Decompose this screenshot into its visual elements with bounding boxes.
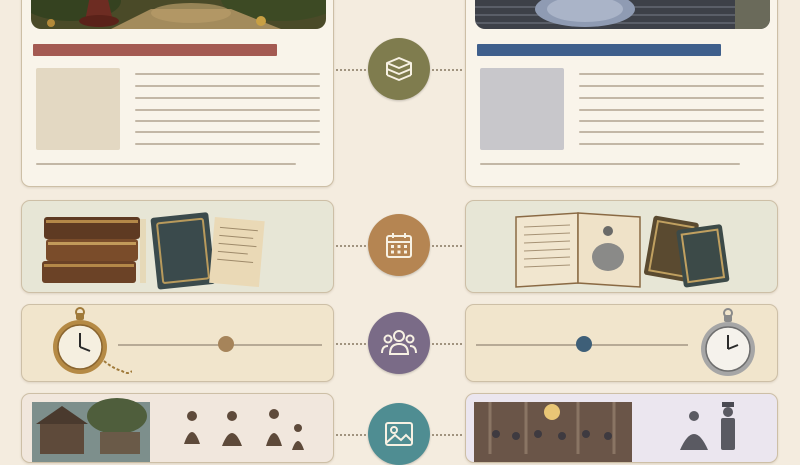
people-group-icon: [381, 330, 417, 355]
right-text-line: [579, 109, 764, 111]
left-timeline-marker[interactable]: [218, 336, 235, 352]
left-watch-card[interactable]: [21, 304, 334, 382]
right-text-line: [579, 85, 764, 87]
left-scene-card[interactable]: [21, 393, 334, 463]
right-article-card[interactable]: [465, 0, 778, 187]
right-article-thumbnail: [480, 68, 564, 150]
pocket-watch-icon: [53, 307, 132, 374]
left-text-line: [135, 73, 320, 75]
left-text-line: [135, 109, 320, 111]
ballroom-scene-illustration: [474, 402, 735, 462]
calendar-icon: [386, 233, 412, 258]
connector-line: [432, 434, 462, 436]
connector-line: [432, 245, 462, 247]
garden-scene-image: [31, 0, 326, 29]
right-watch-card[interactable]: [465, 304, 778, 382]
right-timeline-marker[interactable]: [576, 336, 593, 352]
right-text-line: [579, 97, 764, 99]
right-article-title-bar: [477, 44, 721, 56]
right-text-line: [579, 73, 764, 75]
left-article-card[interactable]: [21, 0, 334, 187]
connector-line: [336, 343, 366, 345]
left-books-card[interactable]: [21, 200, 334, 293]
timeline-node-people[interactable]: [368, 312, 430, 374]
timeline-node-books[interactable]: [368, 38, 430, 100]
connector-line: [336, 434, 366, 436]
right-books-card[interactable]: [465, 200, 778, 293]
left-text-line: [135, 97, 320, 99]
left-article-thumbnail: [36, 68, 120, 150]
timeline-node-gallery[interactable]: [368, 403, 430, 465]
right-scene-card[interactable]: [465, 393, 778, 463]
left-text-line: [135, 85, 320, 87]
connector-line: [336, 69, 366, 71]
left-text-line: [135, 131, 320, 133]
antique-books-illustration: [42, 212, 265, 290]
right-text-line: [579, 120, 764, 122]
right-footer-line: [480, 163, 740, 165]
books-stack-icon: [386, 57, 412, 81]
connector-line: [432, 69, 462, 71]
left-text-line: [135, 120, 320, 122]
connector-line: [432, 343, 462, 345]
right-text-line: [579, 143, 764, 145]
silver-pocket-watch-icon: [701, 308, 755, 376]
timeline-node-calendar[interactable]: [368, 214, 430, 276]
left-article-title-bar: [33, 44, 277, 56]
right-text-line: [579, 131, 764, 133]
left-footer-line: [36, 163, 296, 165]
connector-line: [336, 245, 366, 247]
open-book-illustration: [515, 212, 730, 288]
village-scene-illustration: [32, 398, 304, 462]
staircase-gown-image: [475, 0, 770, 29]
left-text-line: [135, 143, 320, 145]
